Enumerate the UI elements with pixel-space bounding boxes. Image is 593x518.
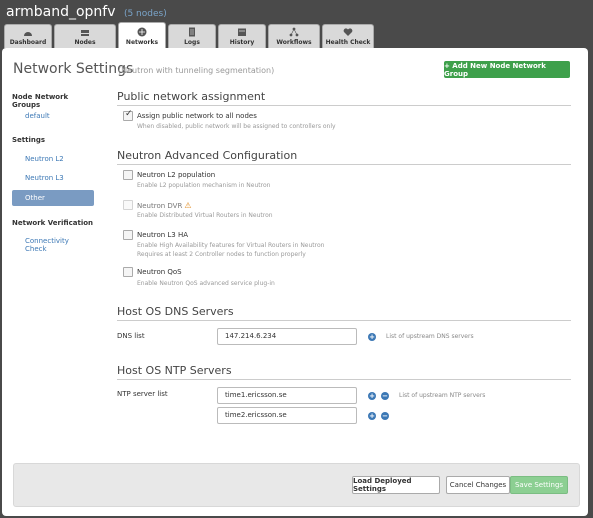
dns-hint: List of upstream DNS servers (386, 333, 474, 340)
dns-server-input[interactable]: 147.214.6.234 (217, 328, 357, 345)
nav-item-connectivity-line2: Check (25, 245, 47, 253)
remove-ntp-server-icon[interactable]: − (381, 412, 389, 420)
neutron-dvr-label: Neutron DVR (137, 202, 183, 210)
neutron-dvr-desc: Enable Distributed Virtual Routers in Ne… (137, 212, 273, 219)
add-ntp-server-icon[interactable]: + (368, 412, 376, 420)
nav-item-default[interactable]: default (25, 112, 50, 120)
warning-icon[interactable]: ⚠ (184, 201, 191, 210)
assign-public-desc: When disabled, public network will be as… (137, 123, 336, 130)
environment-title: armband_opnfv (5 nodes) (6, 4, 167, 20)
neutron-l2-population-checkbox[interactable] (123, 170, 133, 180)
neutron-l3-ha-label: Neutron L3 HA (137, 231, 189, 239)
environment-name: armband_opnfv (6, 4, 116, 20)
dashboard-icon (24, 32, 32, 36)
ntp-server-input-2[interactable]: time2.ericsson.se (217, 407, 357, 424)
tab-nodes[interactable]: Nodes (54, 24, 116, 48)
tab-label: Logs (184, 39, 200, 46)
tab-workflows[interactable]: Workflows (268, 24, 320, 48)
add-node-network-group-button[interactable]: + Add New Node Network Group (444, 61, 570, 78)
nav-heading-node-network-groups: Node Network Groups (12, 93, 69, 109)
tab-label: Dashboard (9, 39, 47, 46)
section-title-ntp: Host OS NTP Servers (117, 364, 571, 380)
health-check-icon (343, 28, 353, 36)
tab-networks[interactable]: Networks (118, 22, 166, 48)
settings-footer: Load Deployed Settings Cancel Changes Sa… (13, 463, 580, 507)
neutron-dvr-label-group: Neutron DVR ⚠ (137, 201, 191, 210)
nav-item-neutron-l3[interactable]: Neutron L3 (25, 174, 64, 182)
tab-label: Nodes (74, 39, 96, 46)
assign-public-label: Assign public network to all nodes (137, 112, 257, 120)
tab-health-check[interactable]: Health Check (322, 24, 374, 48)
neutron-l3-ha-desc-2: Requires at least 2 Controller nodes to … (137, 251, 306, 258)
remove-ntp-server-icon[interactable]: − (381, 392, 389, 400)
nav-item-other[interactable]: Other (12, 190, 94, 206)
logs-icon (189, 27, 195, 37)
neutron-qos-checkbox[interactable] (123, 267, 133, 277)
page-title: Network Settings (13, 61, 134, 77)
neutron-l3-ha-desc-1: Enable High Availability features for Vi… (137, 242, 325, 249)
section-title-public: Public network assignment (117, 90, 571, 106)
assign-public-checkbox[interactable] (123, 109, 133, 121)
nav-heading-network-verification: Network Verification (12, 219, 94, 227)
tab-logs[interactable]: Logs (168, 24, 216, 48)
cancel-changes-button[interactable]: Cancel Changes (446, 476, 510, 494)
ntp-server-input-1[interactable]: time1.ericsson.se (217, 387, 357, 404)
ntp-list-label: NTP server list (117, 390, 168, 398)
neutron-l3-ha-checkbox[interactable] (123, 230, 133, 240)
save-settings-button[interactable]: Save Settings (510, 476, 568, 494)
tab-bar: Dashboard Nodes Networks Logs History Wo… (4, 22, 376, 48)
tab-label: Health Check (325, 39, 371, 46)
server-icon (81, 30, 89, 36)
ntp-hint: List of upstream NTP servers (399, 392, 486, 399)
neutron-l2-population-label: Neutron L2 population (137, 171, 216, 179)
nav-heading-settings: Settings (12, 136, 46, 144)
add-dns-server-icon[interactable]: + (368, 333, 376, 341)
tab-history[interactable]: History (218, 24, 266, 48)
neutron-dvr-checkbox[interactable] (123, 200, 133, 210)
node-count: (5 nodes) (123, 9, 167, 19)
dns-list-label: DNS list (117, 332, 145, 340)
tab-dashboard[interactable]: Dashboard (4, 24, 52, 48)
load-deployed-settings-button[interactable]: Load Deployed Settings (352, 476, 440, 494)
neutron-qos-label: Neutron QoS (137, 268, 182, 276)
neutron-l2-population-desc: Enable L2 population mechanism in Neutro… (137, 182, 271, 189)
network-icon (137, 27, 147, 37)
nav-item-neutron-l2[interactable]: Neutron L2 (25, 155, 64, 163)
tab-label: Workflows (276, 39, 312, 46)
page-subtitle: (Neutron with tunneling segmentation) (118, 66, 275, 75)
nav-item-connectivity-line1: Connectivity (25, 237, 69, 245)
history-icon (238, 28, 246, 36)
tab-label: Networks (125, 39, 159, 46)
section-title-dns: Host OS DNS Servers (117, 305, 571, 321)
section-title-neutron: Neutron Advanced Configuration (117, 149, 571, 165)
add-ntp-server-icon[interactable]: + (368, 392, 376, 400)
workflows-icon (289, 27, 299, 37)
nav-item-connectivity-check[interactable]: Connectivity Check (25, 237, 69, 253)
tab-label: History (229, 39, 255, 46)
neutron-qos-desc: Enable Neutron QoS advanced service plug… (137, 280, 275, 287)
network-settings-panel: Network Settings (Neutron with tunneling… (2, 48, 588, 516)
